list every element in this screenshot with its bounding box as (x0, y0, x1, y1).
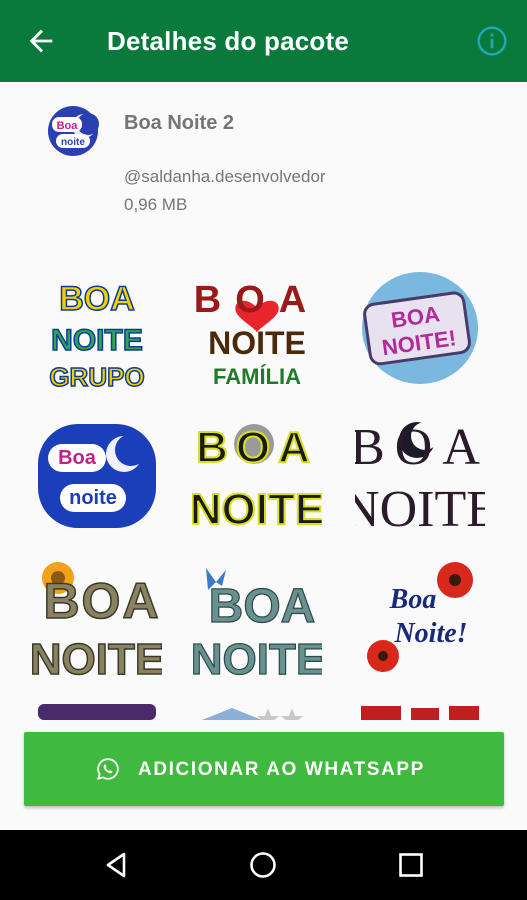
sticker-boa-noite-nuvem[interactable]: Boa noite (32, 412, 162, 542)
sticker-1-line-3: GRUPO (49, 362, 144, 392)
info-outline-icon[interactable] (476, 25, 508, 57)
nav-back-triangle-icon[interactable] (102, 850, 132, 880)
sticker-boa-noite-grupo[interactable]: BOA NOITE GRUPO (32, 268, 162, 398)
sticker-2-line-3: FAMÍLIA (213, 364, 301, 389)
arrow-back-icon[interactable] (24, 24, 58, 58)
sticker-row4-3[interactable] (355, 704, 485, 720)
sticker-4-line-1: Boa (58, 447, 97, 469)
sticker-7-line-1: BOA (43, 573, 160, 629)
sticker-1-line-1: BOA (59, 280, 135, 318)
pack-name: Boa Noite 2 (124, 112, 235, 134)
sticker-boa-noite-flores[interactable]: Boa Noite! (355, 556, 485, 686)
app-bar: Detalhes do pacote (0, 0, 527, 82)
sticker-6-line-1: BOA (355, 419, 485, 476)
nav-recents-square-icon[interactable] (396, 850, 426, 880)
sticker-grid: BOA NOITE GRUPO BOA NOITE FAMÍLIA BOA NO… (0, 250, 527, 720)
sticker-9-line-1: Boa (389, 584, 437, 615)
sticker-5-line-1: BOA (196, 423, 318, 472)
sticker-4-line-2: noite (69, 487, 117, 509)
sticker-row4-2[interactable] (192, 704, 322, 720)
sticker-boa-noite-serif[interactable]: BOA NOITE (355, 412, 485, 542)
pack-size: 0,96 MB (124, 195, 188, 214)
sticker-7-line-2: NOITE (32, 635, 162, 684)
pack-tray-icon: Boa noite (48, 106, 99, 156)
add-button-label: ADICIONAR AO WHATSAPP (138, 759, 425, 780)
pack-icon-line-1: Boa (57, 120, 79, 132)
sticker-8-line-2: NOITE (192, 635, 322, 684)
pack-icon-line-2: noite (61, 137, 85, 148)
sticker-5-line-2: NOITE (192, 485, 322, 534)
page-title: Detalhes do pacote (107, 26, 349, 56)
add-to-whatsapp-button[interactable]: ADICIONAR AO WHATSAPP (24, 732, 504, 806)
sticker-8-line-1: BOA (209, 580, 316, 633)
sticker-row4-1[interactable] (32, 704, 162, 720)
sticker-boa-noite-lua[interactable]: BOA NOITE (192, 412, 322, 542)
whatsapp-icon (97, 758, 119, 780)
pack-author: @saldanha.desenvolvedor (124, 167, 326, 186)
system-nav-bar (0, 830, 527, 900)
sticker-1-line-2: NOITE (51, 324, 143, 357)
sticker-2-line-2: NOITE (208, 325, 306, 361)
nav-home-circle-icon[interactable] (248, 850, 278, 880)
sticker-2-line-1: BOA (194, 279, 320, 321)
sticker-9-line-2: Noite! (393, 618, 467, 649)
sticker-boa-noite-borboleta[interactable]: BOA NOITE (192, 556, 322, 686)
sticker-boa-noite-oval[interactable]: BOA NOITE! (355, 268, 485, 398)
sticker-boa-noite-girassol[interactable]: BOA NOITE (32, 556, 162, 686)
sticker-6-line-2: NOITE (355, 481, 485, 538)
sticker-boa-noite-familia[interactable]: BOA NOITE FAMÍLIA (192, 268, 322, 398)
